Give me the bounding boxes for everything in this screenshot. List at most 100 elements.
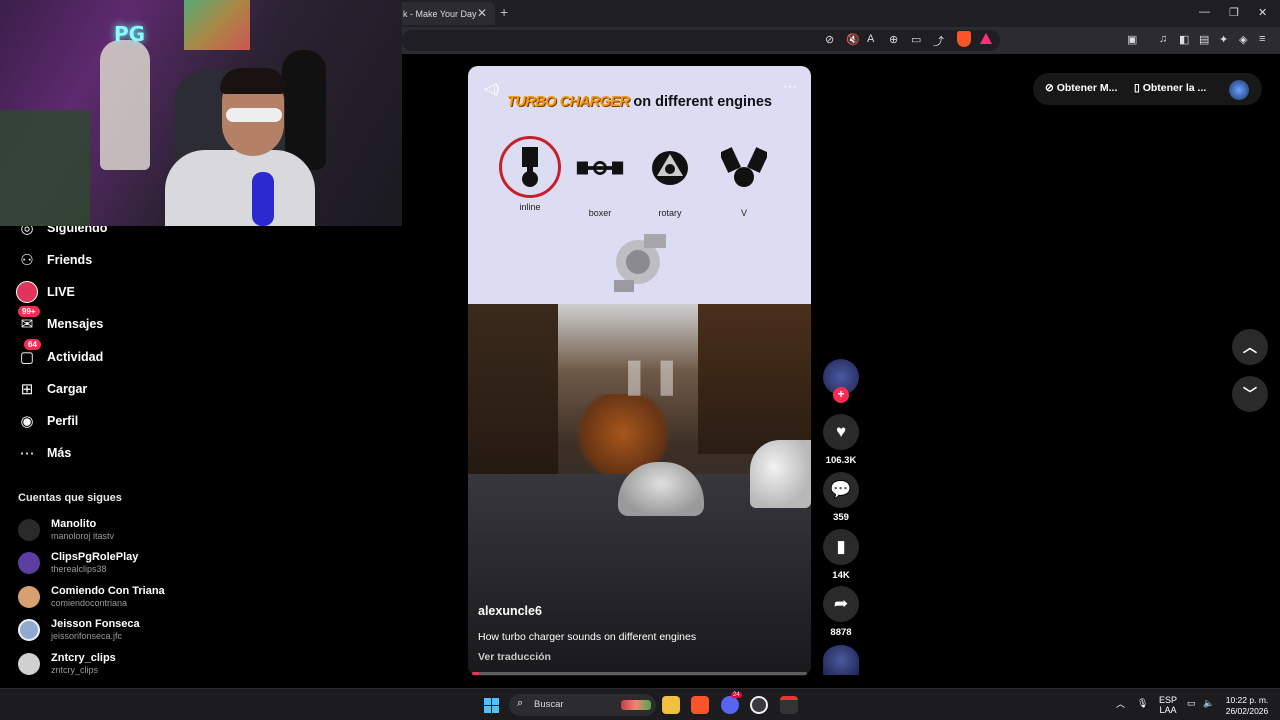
follow-button[interactable]: + bbox=[833, 387, 849, 403]
clock-time: 10:22 p. m. bbox=[1225, 695, 1269, 705]
following-accounts-title: Cuentas que sigues bbox=[18, 492, 122, 504]
account-item[interactable]: Manolito manoloroj itastv bbox=[18, 515, 114, 545]
account-username: comiendocontriana bbox=[51, 598, 128, 608]
share-arrow-icon: ➦ bbox=[833, 594, 849, 613]
media-icon[interactable]: ♫ bbox=[1159, 33, 1167, 45]
avatar bbox=[18, 586, 40, 608]
taskbar-search[interactable]: ⌕ Buscar bbox=[509, 694, 656, 716]
account-item[interactable]: Jeisson Fonseca jeissonfonseca.jfc bbox=[18, 615, 140, 645]
language-indicator[interactable]: ESP LAA bbox=[1157, 695, 1179, 715]
get-app-button[interactable]: ⊘ Obtener M... bbox=[1045, 82, 1117, 94]
share-button[interactable]: ➦ bbox=[823, 586, 859, 622]
profile-icon: ◉ bbox=[20, 413, 34, 430]
pause-icon[interactable]: ❚❚ bbox=[620, 356, 685, 396]
video-progress-bar[interactable] bbox=[472, 672, 807, 675]
taskbar-clock[interactable]: 10:22 p. m. 26/02/2026 bbox=[1220, 695, 1274, 717]
vpn-icon[interactable]: ◈ bbox=[1239, 33, 1247, 46]
account-name: Jeisson Fonseca bbox=[51, 618, 140, 630]
brave-shields-icon[interactable] bbox=[957, 31, 971, 47]
like-button[interactable]: ♥ bbox=[823, 414, 859, 450]
account-item[interactable]: Comiendo Con Triana comiendocontriana bbox=[18, 582, 165, 612]
discord-icon[interactable] bbox=[721, 696, 739, 714]
no-tracking-icon[interactable]: ⊘ bbox=[825, 33, 834, 46]
get-mobile-button[interactable]: ▯ Obtener la ... bbox=[1134, 82, 1206, 94]
video-progress-fill bbox=[472, 672, 479, 675]
share-count: 8878 bbox=[830, 627, 852, 638]
sidebar-item-activity[interactable]: ▢ 64 Actividad bbox=[16, 339, 104, 369]
sound-avatar[interactable] bbox=[823, 645, 859, 675]
account-username: manoloroj itastv bbox=[51, 531, 115, 541]
previous-video-button[interactable]: ︿ bbox=[1232, 329, 1268, 365]
engine-label: boxer bbox=[588, 208, 612, 218]
show-hidden-icons-icon[interactable]: ︿ bbox=[1116, 699, 1125, 709]
sidebar-item-profile[interactable]: ◉ Perfil bbox=[16, 409, 78, 433]
activity-badge: 64 bbox=[24, 339, 41, 350]
background-object bbox=[0, 110, 90, 226]
comment-count: 359 bbox=[833, 512, 849, 523]
app-icon[interactable] bbox=[750, 696, 768, 714]
cast-icon[interactable]: ▭ bbox=[911, 33, 921, 46]
avatar bbox=[18, 552, 40, 574]
restore-button[interactable]: ❐ bbox=[1229, 6, 1239, 19]
language-bottom: LAA bbox=[1159, 705, 1177, 715]
account-item[interactable]: ClipsPgRolePlay therealclips38 bbox=[18, 548, 138, 578]
sidebar-item-live[interactable]: LIVE bbox=[16, 280, 75, 304]
streamer-shirt bbox=[165, 150, 315, 226]
close-window-button[interactable]: ✕ bbox=[1258, 6, 1267, 19]
menu-icon[interactable]: ≡ bbox=[1259, 33, 1265, 45]
mute-site-icon[interactable]: 🔇 bbox=[846, 33, 860, 46]
sidebar-item-friends[interactable]: ⚇ Friends bbox=[16, 248, 92, 272]
file-explorer-icon[interactable] bbox=[662, 696, 680, 714]
comment-button[interactable]: 💬 bbox=[823, 472, 859, 508]
network-icon[interactable]: ▭ bbox=[1187, 698, 1196, 708]
translate-link[interactable]: Ver traducción bbox=[478, 651, 551, 663]
sidebar-item-label: Actividad bbox=[47, 350, 104, 364]
sidebar-item-upload[interactable]: ⊞ Cargar bbox=[16, 377, 88, 401]
wallet-icon[interactable]: ▤ bbox=[1199, 33, 1209, 46]
account-name: Manolito bbox=[51, 518, 97, 530]
sidebar-toggle-icon[interactable]: ◧ bbox=[1179, 33, 1189, 46]
microphone-icon[interactable]: 🎙 bbox=[1137, 698, 1148, 708]
comment-icon: 💬 bbox=[830, 480, 852, 499]
search-icon: ⌕ bbox=[517, 697, 524, 709]
windows-start-icon[interactable] bbox=[484, 698, 499, 713]
save-button[interactable]: ▮ bbox=[823, 529, 859, 565]
brave-rewards-icon[interactable] bbox=[980, 33, 992, 44]
sidebar-item-label: Perfil bbox=[47, 414, 79, 428]
leo-ai-icon[interactable]: ✦ bbox=[1219, 33, 1228, 46]
tab-close-icon[interactable]: ✕ bbox=[477, 6, 487, 20]
user-avatar[interactable] bbox=[1229, 80, 1249, 100]
reader-icon[interactable]: ▣ bbox=[1127, 33, 1137, 46]
upload-icon: ⊞ bbox=[20, 381, 34, 398]
translate-icon[interactable]: A bbox=[867, 33, 874, 45]
streamer-glasses bbox=[226, 108, 282, 122]
video-author[interactable]: alexuncle6 bbox=[478, 604, 542, 618]
minimize-button[interactable]: — bbox=[1199, 6, 1210, 18]
account-username: zntcry_clips bbox=[51, 665, 99, 675]
account-name: ClipsPgRolePlay bbox=[51, 551, 139, 563]
webcam-overlay: PG bbox=[0, 0, 402, 226]
more-options-icon[interactable]: ⋯ bbox=[783, 78, 797, 95]
video-player[interactable]: ◁) ⋯ TURBO CHARGER on different engines … bbox=[468, 66, 811, 676]
get-app-label: Obtener M... bbox=[1056, 82, 1118, 94]
share-icon[interactable]: ⤴ bbox=[933, 33, 944, 49]
neon-sign: PG bbox=[114, 22, 146, 46]
sidebar-item-more[interactable]: ⋯ Más bbox=[16, 441, 72, 465]
sidebar-item-label: Mensajes bbox=[47, 317, 104, 331]
inset-title-highlight: TURBO CHARGER bbox=[507, 94, 630, 110]
rotary-engine-icon bbox=[645, 146, 695, 190]
tab-title: k - Make Your Day bbox=[403, 8, 477, 19]
obs-app-icon[interactable] bbox=[780, 696, 798, 714]
sidebar-item-messages[interactable]: ✉ 99+ Mensajes bbox=[16, 306, 104, 336]
turbocharger-image bbox=[608, 228, 670, 294]
video-description: How turbo charger sounds on different en… bbox=[478, 631, 697, 643]
browser-tab[interactable]: k - Make Your Day ✕ bbox=[395, 2, 495, 25]
brave-browser-icon[interactable] bbox=[691, 696, 709, 714]
video-inset-graphic: ◁) ⋯ TURBO CHARGER on different engines … bbox=[468, 66, 811, 304]
zoom-icon[interactable]: ⊕ bbox=[889, 33, 898, 46]
engine-inline: inline bbox=[498, 136, 562, 212]
new-tab-button[interactable]: + bbox=[500, 4, 508, 20]
next-video-button[interactable]: ﹀ bbox=[1232, 376, 1268, 412]
volume-tray-icon[interactable]: 🔈 bbox=[1203, 698, 1214, 708]
account-item[interactable]: Zntcry_clips zntcry_clips bbox=[18, 649, 116, 679]
